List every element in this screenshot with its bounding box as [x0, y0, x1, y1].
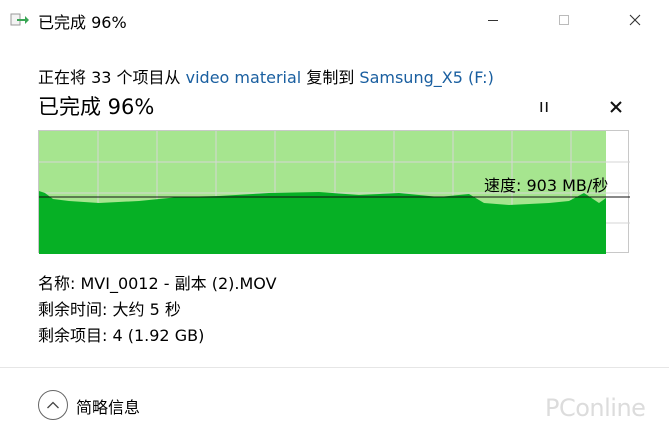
- cancel-button[interactable]: [604, 96, 628, 118]
- pause-button[interactable]: [532, 96, 556, 118]
- chevron-up-icon: [47, 401, 59, 409]
- title-bar: 已完成 96%: [0, 0, 669, 40]
- fewer-details-label[interactable]: 简略信息: [76, 394, 140, 418]
- pause-icon: [540, 102, 548, 112]
- window-title: 已完成 96%: [38, 13, 127, 32]
- speed-readout: 速度: 903 MB/秒: [484, 176, 609, 195]
- fewer-details-button[interactable]: [38, 390, 68, 420]
- copy-arrow-icon: [10, 12, 30, 28]
- maximize-button[interactable]: [541, 0, 587, 40]
- desc-prefix: 正在将 33 个项目从: [38, 68, 181, 87]
- destination-drive-link[interactable]: Samsung_X5 (F:): [359, 68, 493, 87]
- watermark-logo: PConline: [545, 394, 646, 422]
- time-remaining: 剩余时间: 大约 5 秒: [38, 300, 181, 319]
- minimize-button[interactable]: [470, 0, 516, 40]
- close-icon: [629, 14, 641, 26]
- file-name: 名称: MVI_0012 - 副本 (2).MOV: [38, 274, 277, 293]
- maximize-icon: [559, 15, 569, 25]
- desc-middle: 复制到: [306, 68, 355, 87]
- progress-status: 已完成 96%: [38, 95, 155, 119]
- items-remaining: 剩余项目: 4 (1.92 GB): [38, 326, 205, 345]
- cancel-icon: [610, 101, 622, 113]
- minimize-icon: [488, 20, 498, 21]
- copy-description: 正在将 33 个项目从 video material 复制到 Samsung_X…: [38, 64, 494, 88]
- footer-divider: [0, 367, 669, 368]
- close-button[interactable]: [612, 0, 658, 40]
- source-folder-link[interactable]: video material: [186, 68, 302, 87]
